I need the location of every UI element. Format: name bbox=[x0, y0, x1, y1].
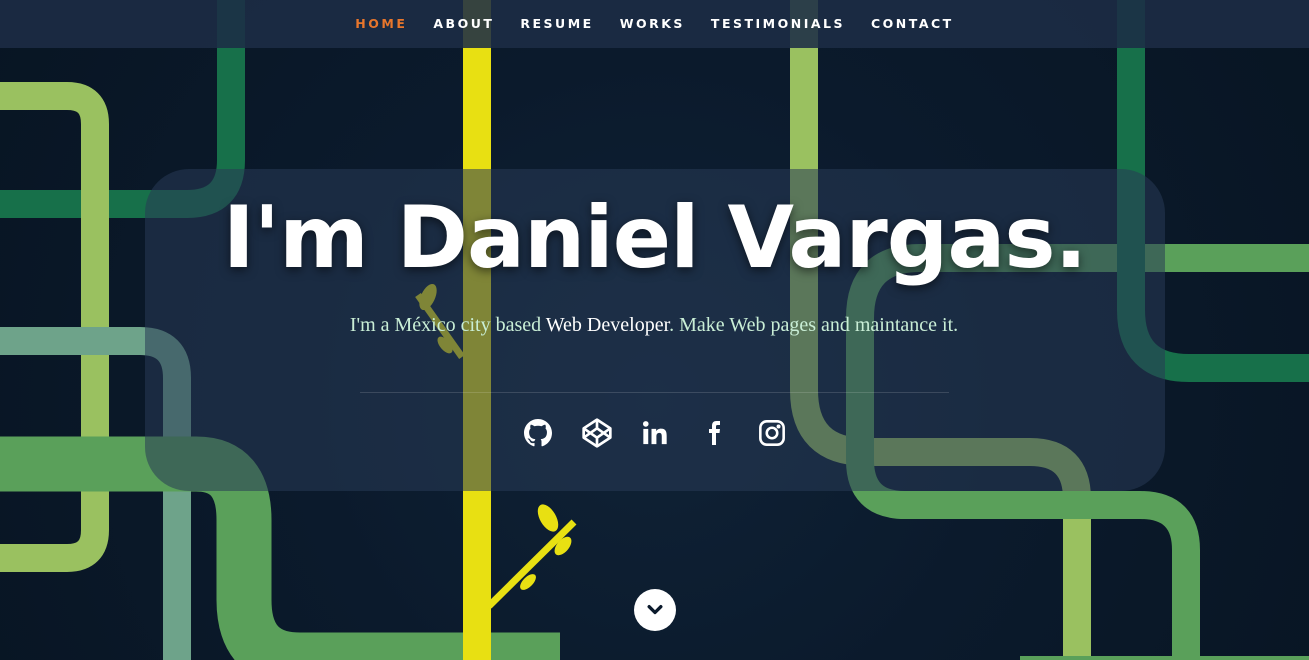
nav-item-resume[interactable]: RESUME bbox=[507, 0, 606, 48]
nav-item-contact[interactable]: CONTACT bbox=[858, 0, 967, 48]
facebook-link[interactable] bbox=[696, 415, 732, 451]
subtitle-highlight: Web Developer bbox=[545, 314, 670, 336]
nav-item-home[interactable]: HOME bbox=[342, 0, 420, 48]
chevron-down-icon bbox=[647, 605, 663, 615]
scroll-down-button[interactable] bbox=[634, 589, 676, 631]
github-link[interactable] bbox=[520, 415, 556, 451]
github-icon bbox=[524, 419, 552, 447]
nav-list: HOME ABOUT RESUME WORKS TESTIMONIALS CON… bbox=[342, 0, 966, 48]
hero-divider bbox=[360, 392, 949, 393]
nav-item-about[interactable]: ABOUT bbox=[420, 0, 507, 48]
codepen-link[interactable] bbox=[579, 415, 615, 451]
subtitle-text-2: . Make Web pages and maintance it. bbox=[669, 314, 959, 336]
linkedin-icon bbox=[642, 421, 667, 445]
codepen-icon bbox=[581, 418, 612, 448]
nav-item-works[interactable]: WORKS bbox=[607, 0, 698, 48]
hero-title: I'm Daniel Vargas. bbox=[222, 188, 1088, 288]
facebook-icon bbox=[708, 421, 720, 445]
hero-subtitle: I'm a México city based Web Developer. M… bbox=[314, 308, 994, 342]
nav-item-testimonials[interactable]: TESTIMONIALS bbox=[698, 0, 858, 48]
linkedin-link[interactable] bbox=[637, 415, 673, 451]
main-nav: HOME ABOUT RESUME WORKS TESTIMONIALS CON… bbox=[0, 0, 1309, 48]
subtitle-text-1: I'm a México city based bbox=[349, 314, 546, 336]
instagram-icon bbox=[759, 420, 785, 446]
instagram-link[interactable] bbox=[754, 415, 790, 451]
social-links bbox=[520, 413, 790, 453]
